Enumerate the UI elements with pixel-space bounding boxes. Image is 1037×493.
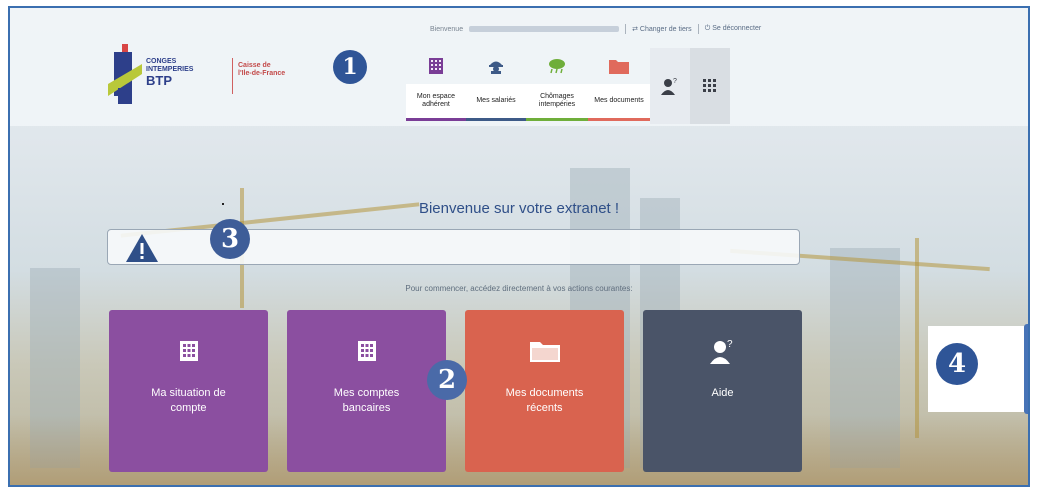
nav-item-label: Mes salariés	[466, 84, 526, 118]
annotation-callout: 1	[333, 50, 367, 84]
side-tool-icon[interactable]	[1027, 339, 1028, 347]
side-tool-icon[interactable]	[1027, 365, 1028, 373]
logout-label: Se déconnecter	[712, 25, 762, 32]
logout-link[interactable]: ⏻ Se déconnecter	[705, 25, 762, 33]
weather-icon	[549, 59, 565, 74]
tile-label: Ma situation de compte	[151, 387, 226, 414]
grid-icon	[703, 79, 716, 92]
apps-menu-button[interactable]	[690, 48, 730, 124]
annotation-callout: 3	[210, 219, 250, 259]
power-icon: ⏻	[704, 25, 711, 32]
worker-icon	[489, 61, 503, 74]
svg-text:?: ?	[727, 339, 733, 350]
building-icon	[357, 341, 376, 361]
svg-text:?: ?	[673, 78, 677, 85]
nav-item-chomages[interactable]: Chômages intempéries	[526, 48, 588, 124]
annotation-callout: 4	[936, 343, 978, 385]
nav-color-bar	[406, 118, 466, 121]
nav-item-label: Chômages intempéries	[526, 84, 588, 118]
page-title: Bienvenue sur votre extranet !	[418, 200, 620, 217]
background-crane	[915, 238, 919, 438]
swap-icon: ⇄	[632, 26, 638, 33]
nav-color-bar	[526, 118, 588, 121]
building-icon	[429, 58, 443, 74]
tile-comptes-bancaires[interactable]: Mes comptes bancaires	[287, 310, 446, 472]
tile-aide[interactable]: ? Aide	[643, 310, 802, 472]
change-tiers-link[interactable]: ⇄ Changer de tiers	[632, 25, 692, 33]
annotation-callout: 2	[427, 360, 467, 400]
nav-item-salaries[interactable]: Mes salariés	[466, 48, 526, 124]
side-toolbar[interactable]	[1024, 324, 1028, 414]
brand-line: CONGES	[146, 58, 177, 65]
divider	[697, 24, 699, 34]
nav-item-label: Mes documents	[588, 84, 650, 118]
nav-item-espace-adherent[interactable]: Mon espace adhérent	[406, 48, 466, 124]
redacted-username	[469, 26, 620, 32]
logo-divider	[232, 58, 233, 94]
tile-label: Aide	[711, 387, 734, 399]
nav-color-bar	[466, 118, 526, 121]
side-tool-icon[interactable]	[1027, 391, 1028, 399]
site-header: Bienvenue ⇄ Changer de tiers ⏻ Se déconn…	[10, 8, 1028, 126]
nav-color-bar	[588, 118, 650, 121]
logo-mark-icon	[108, 44, 142, 104]
welcome-label: Bienvenue	[430, 25, 464, 33]
change-tiers-label: Changer de tiers	[639, 26, 692, 33]
logo-caisse: Caisse de l'Ile-de-France	[238, 62, 285, 78]
caisse-line: Caisse de	[238, 62, 271, 69]
caisse-line: l'Ile-de-France	[238, 70, 286, 77]
actions-intro: Pour commencer, accédez directement à vo…	[405, 284, 633, 293]
nav-item-label: Mon espace adhérent	[406, 84, 466, 118]
brand-line: BTP	[146, 73, 172, 88]
top-navigation: Mon espace adhérent Mes salariés Chômage…	[406, 48, 730, 124]
folder-icon	[609, 60, 629, 74]
tile-situation-compte[interactable]: Ma situation de compte	[109, 310, 268, 472]
browser-frame: Bienvenue ⇄ Changer de tiers ⏻ Se déconn…	[8, 6, 1030, 487]
building-icon	[179, 341, 198, 361]
logo-brand: CONGES INTEMPERIES BTP	[146, 58, 193, 88]
help-user-icon: ?	[661, 78, 677, 95]
nav-item-documents[interactable]: Mes documents	[588, 48, 650, 124]
help-button[interactable]: ?	[650, 48, 690, 124]
help-user-icon: ?	[709, 339, 733, 364]
user-bar: Bienvenue ⇄ Changer de tiers ⏻ Se déconn…	[430, 24, 761, 34]
folder-icon	[529, 342, 560, 362]
logo[interactable]: CONGES INTEMPERIES BTP Caisse de l'Ile-d…	[108, 34, 308, 110]
tile-documents-recents[interactable]: Mes documents récents	[465, 310, 624, 472]
tile-label: Mes comptes bancaires	[333, 387, 400, 414]
tile-label: Mes documents récents	[505, 387, 584, 414]
divider	[625, 24, 627, 34]
warning-icon	[126, 234, 158, 262]
